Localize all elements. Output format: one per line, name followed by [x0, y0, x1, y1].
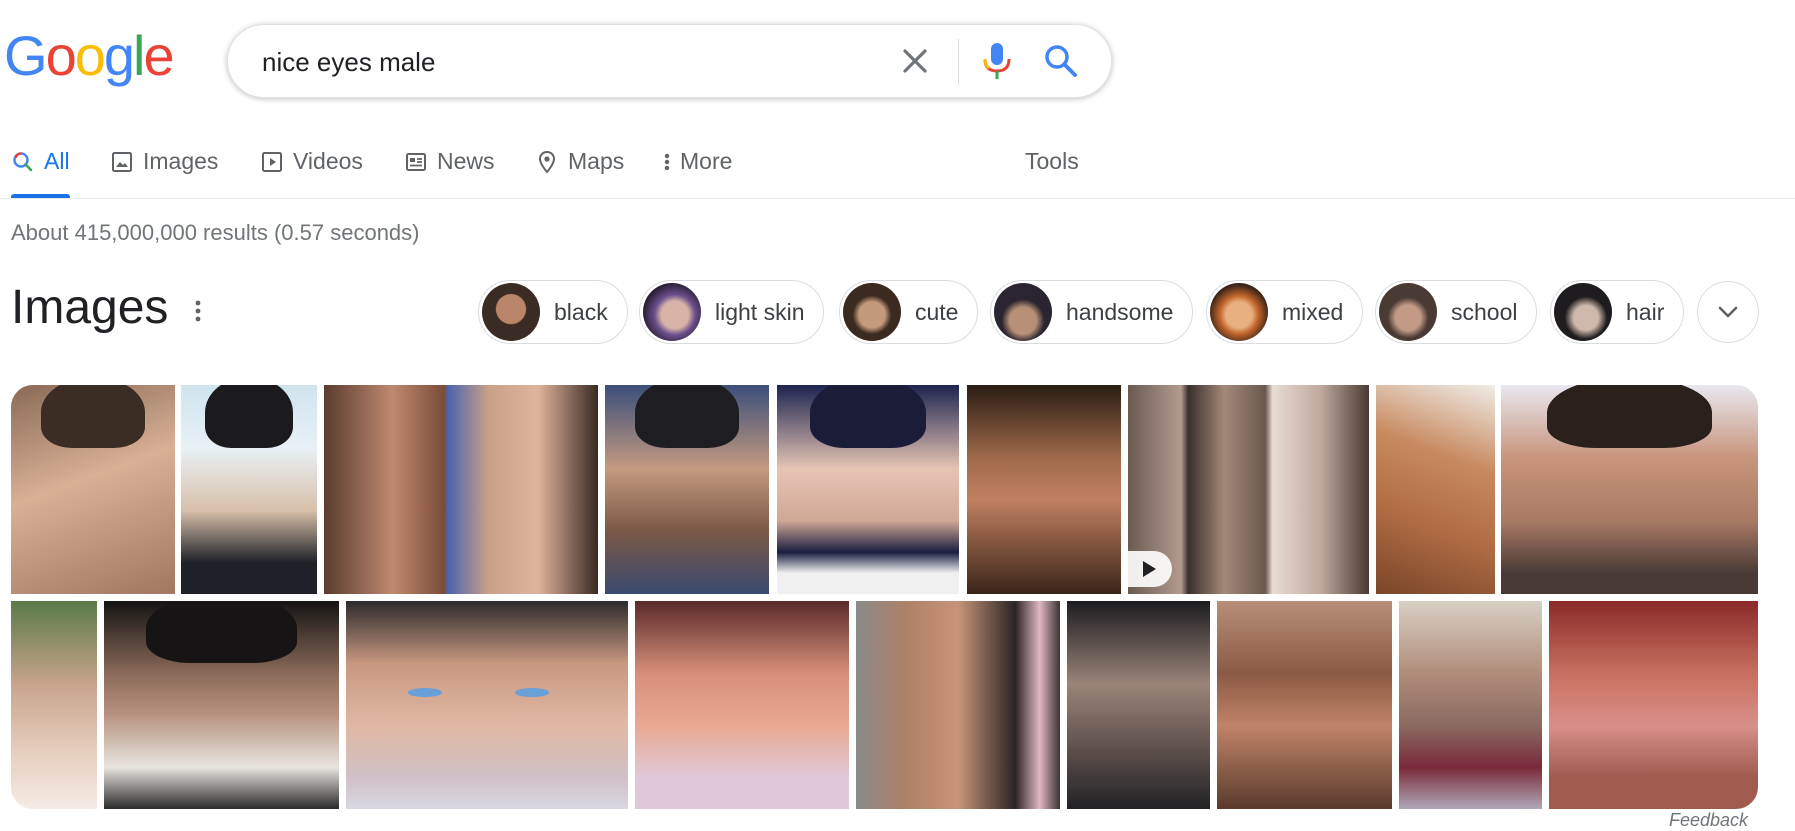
search-icon[interactable] [1041, 41, 1081, 81]
chip-hair[interactable]: hair [1550, 280, 1685, 344]
tab-news[interactable]: News [404, 148, 495, 198]
chip-cute[interactable]: cute [839, 280, 979, 344]
chip-handsome[interactable]: handsome [990, 280, 1194, 344]
tools-button[interactable]: Tools [1025, 148, 1079, 175]
logo-letter: l [133, 24, 146, 87]
image-result[interactable] [1549, 601, 1758, 809]
tab-label: All [44, 148, 70, 174]
chevron-down-icon[interactable] [1697, 281, 1759, 343]
tab-images[interactable]: Images [110, 148, 218, 198]
image-result[interactable] [324, 385, 598, 594]
play-icon [1143, 561, 1156, 577]
news-icon [406, 153, 426, 171]
tab-more[interactable]: More [663, 148, 732, 198]
chip-light-skin[interactable]: light skin [639, 280, 825, 344]
chip-label: mixed [1282, 298, 1344, 325]
image-result[interactable] [777, 385, 959, 594]
tab-label: More [680, 148, 733, 174]
chip-thumbnail [994, 283, 1052, 341]
more-vert-icon [664, 153, 670, 171]
result-stats: About 415,000,000 results (0.57 seconds) [11, 220, 420, 245]
chip-mixed[interactable]: mixed [1206, 280, 1364, 344]
image-icon [112, 152, 132, 172]
chip-thumbnail [482, 283, 540, 341]
search-tabs: All Images Videos News Maps More Tools [0, 140, 1795, 199]
tab-label: Videos [293, 148, 363, 174]
mic-icon[interactable] [979, 41, 1015, 81]
logo-letter: o [45, 24, 77, 87]
tab-label: News [437, 148, 495, 174]
image-result[interactable] [1501, 385, 1758, 594]
tab-label: Maps [568, 148, 625, 174]
search-input[interactable]: nice eyes male [262, 47, 435, 78]
image-result[interactable] [856, 601, 1060, 809]
image-result[interactable] [346, 601, 628, 809]
chip-label: handsome [1066, 298, 1174, 325]
video-play-badge[interactable] [1126, 551, 1172, 587]
chip-thumbnail [643, 283, 701, 341]
google-logo[interactable]: Google [4, 24, 175, 87]
play-icon [262, 152, 282, 172]
image-result[interactable] [1217, 601, 1392, 809]
chip-label: cute [915, 298, 959, 325]
image-result[interactable] [181, 385, 317, 594]
tab-videos[interactable]: Videos [260, 148, 363, 198]
image-result[interactable] [1399, 601, 1542, 809]
tab-label: Images [143, 148, 219, 174]
chip-black[interactable]: black [478, 280, 628, 344]
image-result[interactable] [104, 601, 339, 809]
chip-school[interactable]: school [1375, 280, 1538, 344]
search-divider [958, 39, 959, 85]
chip-thumbnail [1379, 283, 1437, 341]
location-pin-icon [538, 150, 556, 174]
chip-thumbnail [1210, 283, 1268, 341]
chip-label: hair [1626, 298, 1665, 325]
image-result[interactable] [11, 385, 175, 594]
logo-letter: e [143, 24, 174, 87]
more-vert-icon[interactable] [190, 298, 206, 324]
search-box[interactable]: nice eyes male [227, 24, 1112, 98]
chip-label: school [1451, 298, 1518, 325]
images-section-title: Images [11, 281, 169, 334]
chip-label: light skin [715, 298, 805, 325]
image-result[interactable] [967, 385, 1121, 594]
image-result[interactable] [635, 601, 849, 809]
chip-thumbnail [843, 283, 901, 341]
chip-thumbnail [1554, 283, 1612, 341]
image-results-grid [11, 385, 1758, 809]
chip-label: black [554, 298, 608, 325]
logo-letter: o [74, 24, 106, 87]
tab-all[interactable]: All [11, 148, 70, 198]
close-icon[interactable] [893, 39, 937, 83]
image-result[interactable] [11, 601, 97, 809]
logo-letter: g [103, 24, 135, 87]
search-icon [13, 152, 33, 172]
image-result[interactable] [1376, 385, 1495, 594]
image-result[interactable] [1067, 601, 1210, 809]
image-result[interactable] [605, 385, 769, 594]
tab-maps[interactable]: Maps [535, 148, 624, 198]
logo-letter: G [4, 24, 48, 87]
